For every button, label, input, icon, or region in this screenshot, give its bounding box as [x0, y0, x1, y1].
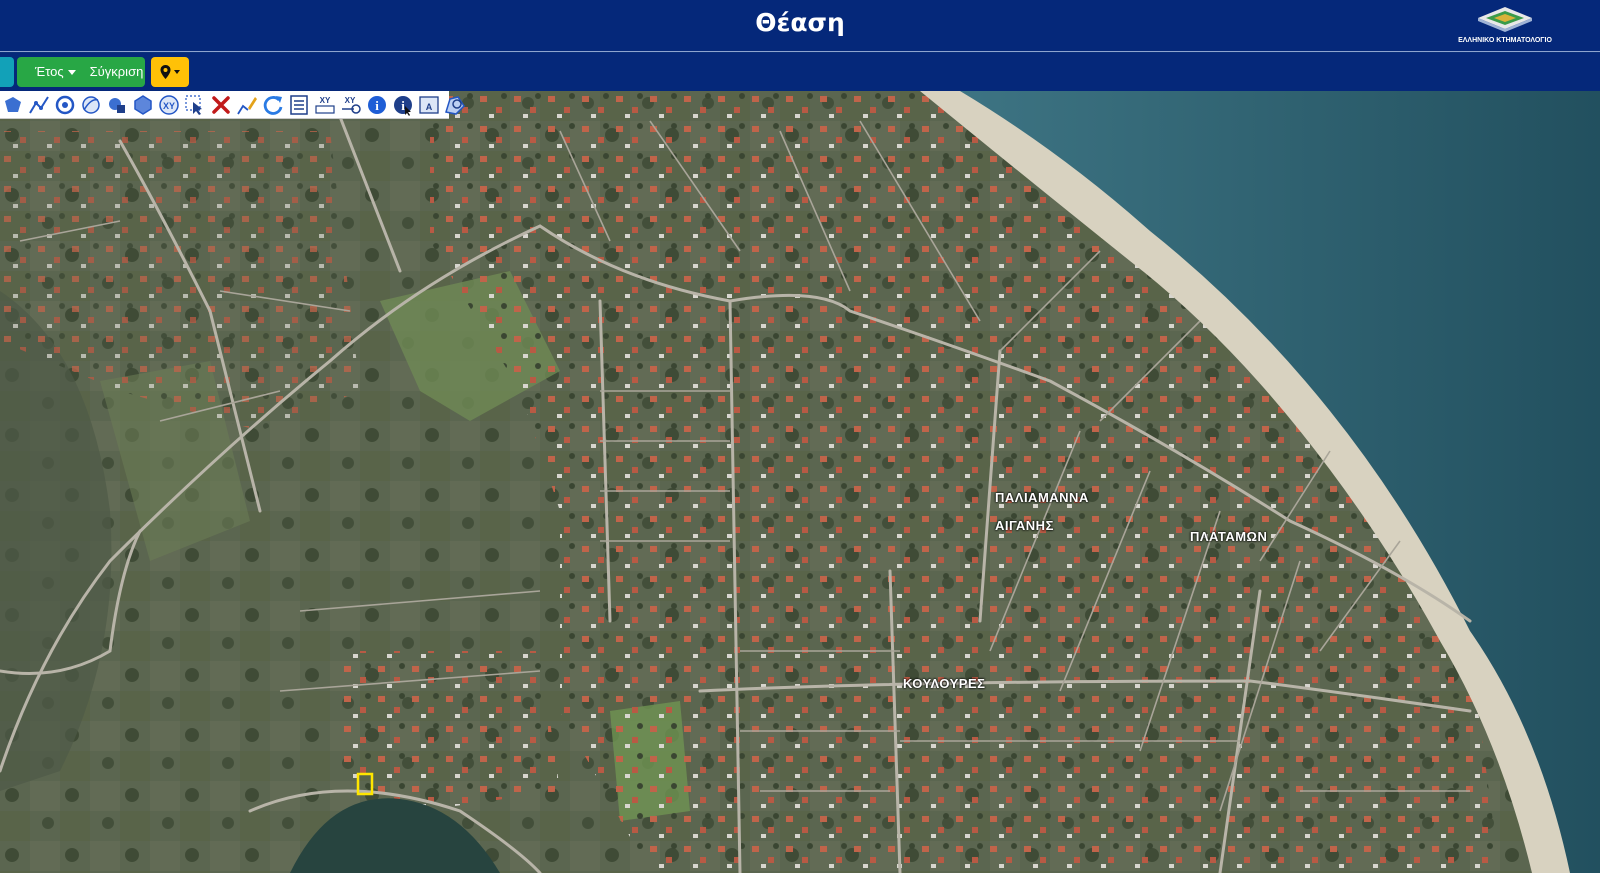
app-window: Θέαση ΕΛΛΗΝΙΚΟ ΚΤΗΜΑΤΟΛΟΓΙΟ Έτος Σύγκρισ… [0, 0, 1600, 873]
text-annotation-icon[interactable]: A [416, 92, 442, 118]
xy-goto-icon[interactable]: XY [338, 92, 364, 118]
compare-button[interactable]: Σύγκριση [76, 57, 144, 87]
svg-text:i: i [401, 98, 405, 113]
map-toolbar: XY XY XY i i A [0, 91, 465, 119]
delete-tool-icon[interactable] [208, 92, 234, 118]
xy-coordinates-icon[interactable]: XY [312, 92, 338, 118]
cadastre-logo: ΕΛΛΗΝΙΚΟ ΚΤΗΜΑΤΟΛΟΓΙΟ [1450, 4, 1560, 46]
xy-point-icon[interactable]: XY [156, 92, 182, 118]
year-dropdown-label: Έτος [35, 64, 64, 79]
year-compare-group[interactable]: Έτος Σύγκριση [17, 57, 145, 87]
svg-text:XY: XY [320, 96, 331, 105]
page-title: Θέαση [755, 8, 845, 37]
svg-text:A: A [426, 102, 433, 112]
identify-icon[interactable]: i [390, 92, 416, 118]
info-icon[interactable]: i [364, 92, 390, 118]
svg-text:i: i [375, 98, 379, 113]
circle-tool-icon[interactable] [52, 92, 78, 118]
location-dropdown-button[interactable] [151, 57, 189, 87]
menu-toggle-button[interactable] [0, 57, 14, 87]
navbar: Έτος Σύγκριση [0, 53, 1600, 91]
map-label-aiganis: ΑΙΓΑΝΗΣ [995, 518, 1054, 533]
area-measure-icon[interactable] [442, 92, 468, 118]
map-label-platamon: ΠΛΑΤΑΜΩΝ [1190, 529, 1268, 544]
draw-shape-icon[interactable] [104, 92, 130, 118]
polygon-tool-icon[interactable] [0, 92, 26, 118]
edit-tool-icon[interactable] [234, 92, 260, 118]
select-tool-icon[interactable] [182, 92, 208, 118]
map-view[interactable]: ΠΑΛΙΑΜΑΝΝΑ ΑΙΓΑΝΗΣ ΠΛΑΤΑΜΩΝ ΚΟΥΛΟΥΡΕΣ [0, 91, 1600, 873]
polyline-tool-icon[interactable] [26, 92, 52, 118]
chevron-down-icon [174, 70, 180, 74]
logo-text: ΕΛΛΗΝΙΚΟ ΚΤΗΜΑΤΟΛΟΓΙΟ [1458, 37, 1552, 44]
app-header: Θέαση ΕΛΛΗΝΙΚΟ ΚΤΗΜΑΤΟΛΟΓΙΟ [0, 0, 1600, 52]
map-marker-icon [160, 65, 171, 79]
chevron-down-icon [67, 70, 76, 76]
aerial-imagery [0, 91, 1600, 873]
svg-text:XY: XY [345, 96, 356, 105]
map-label-koulloures: ΚΟΥΛΟΥΡΕΣ [903, 676, 986, 691]
hexagon-tool-icon[interactable] [130, 92, 156, 118]
year-dropdown[interactable]: Έτος [17, 57, 76, 87]
map-label-paliamanna: ΠΑΛΙΑΜΑΝΝΑ [995, 490, 1089, 505]
freehand-tool-icon[interactable] [78, 92, 104, 118]
svg-text:XY: XY [163, 101, 175, 111]
refresh-icon[interactable] [260, 92, 286, 118]
list-icon[interactable] [286, 92, 312, 118]
cadastre-logo-icon [1478, 7, 1532, 32]
